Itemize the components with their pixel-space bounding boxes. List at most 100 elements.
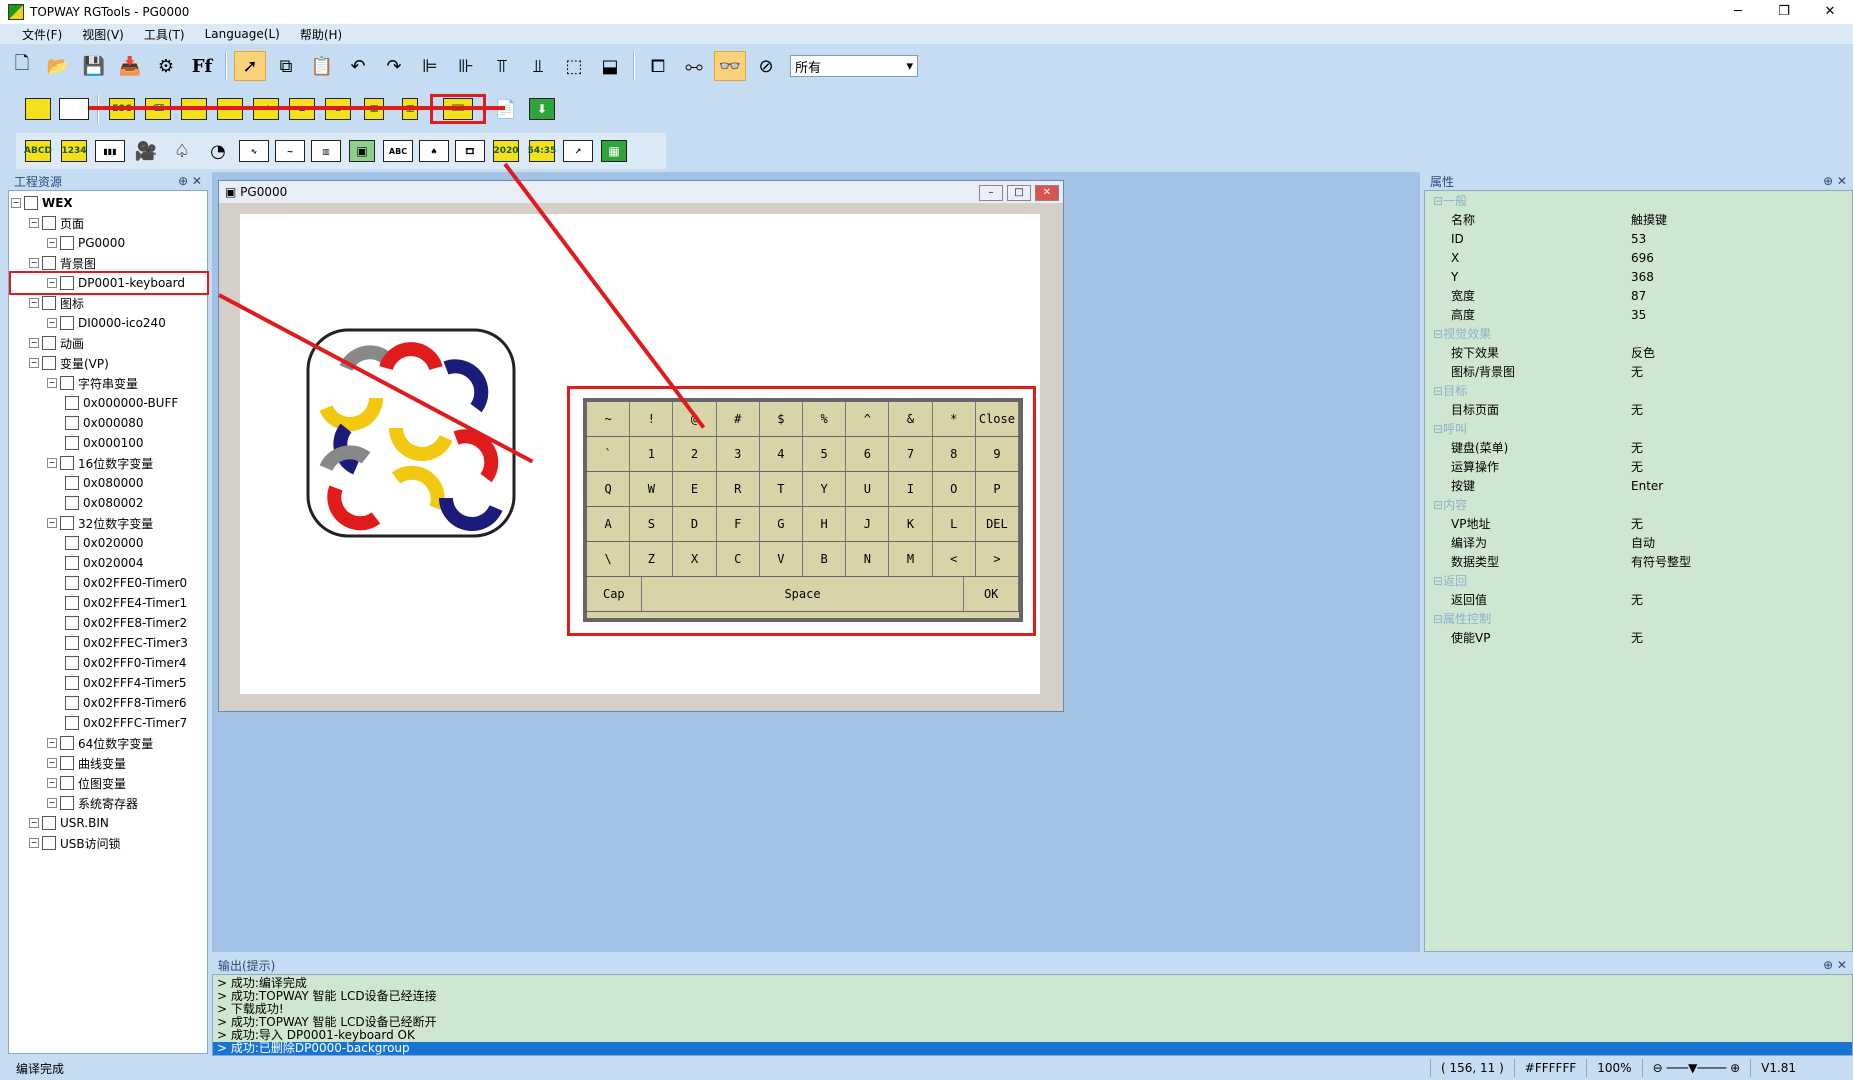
keyboard-key[interactable]: 9 <box>976 437 1020 471</box>
keyboard-key[interactable]: P <box>976 472 1020 506</box>
property-row[interactable]: 高度 35 <box>1425 305 1852 324</box>
spade-icon[interactable]: ♠ <box>418 136 450 166</box>
expand-icon[interactable]: − <box>47 778 57 788</box>
keyboard-key[interactable]: R <box>717 472 760 506</box>
bar-icon[interactable]: ▮▮▮ <box>94 136 126 166</box>
number-icon[interactable]: 1234 <box>58 136 90 166</box>
tree-item[interactable]: 0x02FFEC-Timer3 <box>11 633 207 653</box>
property-value[interactable]: 53 <box>1625 232 1646 246</box>
keyboard-key[interactable]: 1 <box>630 437 674 471</box>
keyboard-key[interactable]: M <box>889 542 933 576</box>
clock-icon[interactable]: 54:35 <box>526 136 558 166</box>
doc-maximize-button[interactable]: □ <box>1007 184 1031 201</box>
keyboard-key[interactable]: I <box>889 472 933 506</box>
menu-language[interactable]: Language(L) <box>205 27 280 41</box>
property-row[interactable]: Y 368 <box>1425 267 1852 286</box>
keyboard-key[interactable]: T <box>760 472 804 506</box>
property-row[interactable]: 按键 Enter <box>1425 476 1852 495</box>
zoom-slider[interactable]: ⊖ ───▼──── ⊕ <box>1641 1059 1751 1077</box>
rect-select-icon[interactable] <box>22 94 54 124</box>
keyboard-key[interactable]: 4 <box>760 437 804 471</box>
tree-item[interactable]: − 系统寄存器 <box>11 793 207 813</box>
keyboard-key[interactable]: 2 <box>673 437 717 471</box>
tree-item[interactable]: − DI0000-ico240 <box>11 313 207 333</box>
align-top-icon[interactable]: ⫪ <box>486 51 518 81</box>
expand-icon[interactable]: − <box>29 358 39 368</box>
same-height-icon[interactable]: ⬓ <box>594 51 626 81</box>
keyboard-key[interactable]: ` <box>587 437 631 471</box>
property-value[interactable]: 自动 <box>1625 534 1655 551</box>
keyboard-key[interactable]: Space <box>642 577 965 611</box>
collapse-icon[interactable]: ⊟ <box>1433 612 1443 626</box>
expand-icon[interactable]: − <box>47 798 57 808</box>
property-row[interactable]: VP地址 无 <box>1425 514 1852 533</box>
tree-item[interactable]: 0x020004 <box>11 553 207 573</box>
collapse-icon[interactable]: ⊟ <box>1433 422 1443 436</box>
property-row[interactable]: ID 53 <box>1425 229 1852 248</box>
keyboard-key[interactable]: J <box>846 507 890 541</box>
keyboard-key[interactable]: C <box>717 542 760 576</box>
tree-item[interactable]: − 曲线变量 <box>11 753 207 773</box>
expand-icon[interactable]: − <box>47 738 57 748</box>
tree-item[interactable]: 0x02FFE8-Timer2 <box>11 613 207 633</box>
text-icon[interactable]: ABCD <box>22 136 54 166</box>
expand-icon[interactable]: − <box>29 338 39 348</box>
property-row[interactable]: 使能VP 无 <box>1425 628 1852 647</box>
open-icon[interactable]: 📂 <box>42 51 74 81</box>
align-right-icon[interactable]: ⊪ <box>450 51 482 81</box>
tree-item[interactable]: − USR.BIN <box>11 813 207 833</box>
tree-item[interactable]: 0x02FFF0-Timer4 <box>11 653 207 673</box>
keyboard-key[interactable]: OK <box>964 577 1019 611</box>
doc-minimize-button[interactable]: – <box>979 184 1003 201</box>
property-value[interactable]: 无 <box>1625 363 1643 380</box>
keyboard-key[interactable]: \ <box>587 542 631 576</box>
property-value[interactable]: 无 <box>1625 458 1643 475</box>
keyboard-key[interactable]: W <box>630 472 674 506</box>
bring-front-icon[interactable]: ⧠ <box>642 51 674 81</box>
restore-button[interactable]: ❐ <box>1761 0 1807 24</box>
keyboard-key[interactable]: V <box>760 542 804 576</box>
keyboard-key[interactable]: G <box>760 507 804 541</box>
keyboard-key[interactable]: > <box>976 542 1020 576</box>
keyboard-key[interactable]: Cap <box>587 577 642 611</box>
collapse-icon[interactable]: ⊟ <box>1433 327 1443 341</box>
menu-tools[interactable]: 工具(T) <box>144 26 185 43</box>
tree-item[interactable]: 0x02FFF4-Timer5 <box>11 673 207 693</box>
keyboard-key[interactable]: H <box>803 507 847 541</box>
close-icon[interactable]: ⊕ ✕ <box>1823 174 1847 188</box>
tree-item[interactable]: − 图标 <box>11 293 207 313</box>
property-row[interactable]: 编译为 自动 <box>1425 533 1852 552</box>
keyboard-key[interactable]: X <box>673 542 717 576</box>
expand-icon[interactable]: − <box>47 318 57 328</box>
tree-item[interactable]: − DP0001-keyboard <box>9 271 209 295</box>
menu-help[interactable]: 帮助(H) <box>300 26 342 43</box>
tree-item[interactable]: 0x02FFE4-Timer1 <box>11 593 207 613</box>
tree-item[interactable]: − 32位数字变量 <box>11 513 207 533</box>
filter-dropdown[interactable]: 所有 ▾ <box>790 55 918 77</box>
tree-item[interactable]: − 字符串变量 <box>11 373 207 393</box>
keyboard-key[interactable]: K <box>889 507 933 541</box>
expand-icon[interactable]: − <box>47 378 57 388</box>
property-row[interactable]: 数据类型 有符号整型 <box>1425 552 1852 571</box>
tree-item[interactable]: 0x000080 <box>11 413 207 433</box>
tree-item[interactable]: 0x020000 <box>11 533 207 553</box>
keyboard-key[interactable]: O <box>933 472 976 506</box>
animation-icon[interactable]: 🎥 <box>130 136 162 166</box>
keyboard-key[interactable]: ! <box>630 402 674 436</box>
collapse-icon[interactable]: ⊟ <box>1433 194 1443 208</box>
new-file-icon[interactable]: 🗋 <box>6 51 38 81</box>
keyboard-key[interactable]: Z <box>630 542 674 576</box>
area-icon[interactable] <box>58 94 90 124</box>
tree-item[interactable]: − 16位数字变量 <box>11 453 207 473</box>
keyboard-key[interactable]: Y <box>803 472 847 506</box>
film-icon[interactable]: 🎞 <box>454 136 486 166</box>
expand-icon[interactable]: − <box>29 838 39 848</box>
property-row[interactable]: 键盘(菜单) 无 <box>1425 438 1852 457</box>
keyboard-key[interactable]: DEL <box>976 507 1020 541</box>
copy-icon[interactable]: ⧉ <box>270 51 302 81</box>
undo-icon[interactable]: ↶ <box>342 51 374 81</box>
keyboard-key[interactable]: < <box>933 542 976 576</box>
align-left-icon[interactable]: ⊫ <box>414 51 446 81</box>
keyboard-key[interactable]: # <box>717 402 760 436</box>
settings-icon[interactable]: ⚙ <box>150 51 182 81</box>
